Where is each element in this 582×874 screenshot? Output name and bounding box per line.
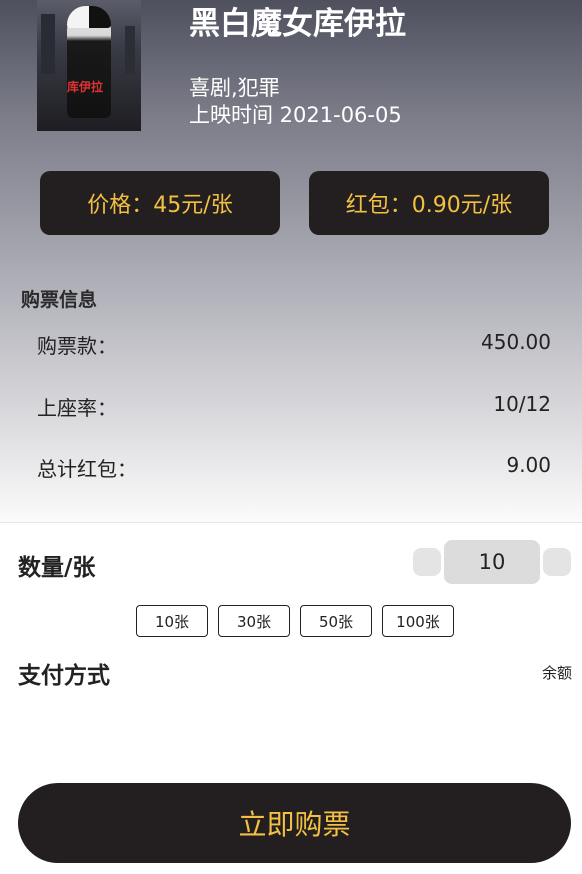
- quantity-input[interactable]: 10: [444, 540, 540, 584]
- payment-method-label: 支付方式: [18, 663, 110, 689]
- quantity-decrement-button[interactable]: [413, 548, 441, 576]
- occupancy-label: 上座率：: [37, 396, 117, 420]
- quantity-label: 数量/张: [18, 555, 96, 581]
- total-red-packet-label: 总计红包：: [37, 457, 137, 481]
- buy-now-button[interactable]: 立即购票: [18, 783, 571, 863]
- poster-building: [41, 14, 55, 74]
- preset-100-button[interactable]: 100张: [382, 605, 454, 637]
- quantity-increment-button[interactable]: [543, 548, 571, 576]
- release-date: 上映时间 2021-06-05: [189, 103, 402, 127]
- divider: [0, 522, 582, 523]
- price-badge: 价格：45元/张: [40, 171, 280, 235]
- movie-title: 黑白魔女库伊拉: [189, 6, 406, 42]
- preset-50-button[interactable]: 50张: [300, 605, 372, 637]
- purchase-info-title: 购票信息: [21, 289, 98, 311]
- movie-genre: 喜剧,犯罪: [189, 76, 280, 100]
- poster-hair: [67, 6, 111, 28]
- payment-amount-value: 450.00: [481, 330, 551, 354]
- occupancy-value: 10/12: [493, 392, 551, 416]
- payment-balance-option[interactable]: 余额: [542, 662, 572, 683]
- red-packet-badge: 红包：0.90元/张: [309, 171, 549, 235]
- total-red-packet-value: 9.00: [506, 453, 551, 477]
- movie-poster: 库伊拉: [37, 0, 141, 131]
- payment-amount-label: 购票款：: [37, 334, 117, 358]
- poster-title: 库伊拉: [67, 80, 104, 94]
- preset-10-button[interactable]: 10张: [136, 605, 208, 637]
- preset-30-button[interactable]: 30张: [218, 605, 290, 637]
- poster-building: [125, 26, 135, 74]
